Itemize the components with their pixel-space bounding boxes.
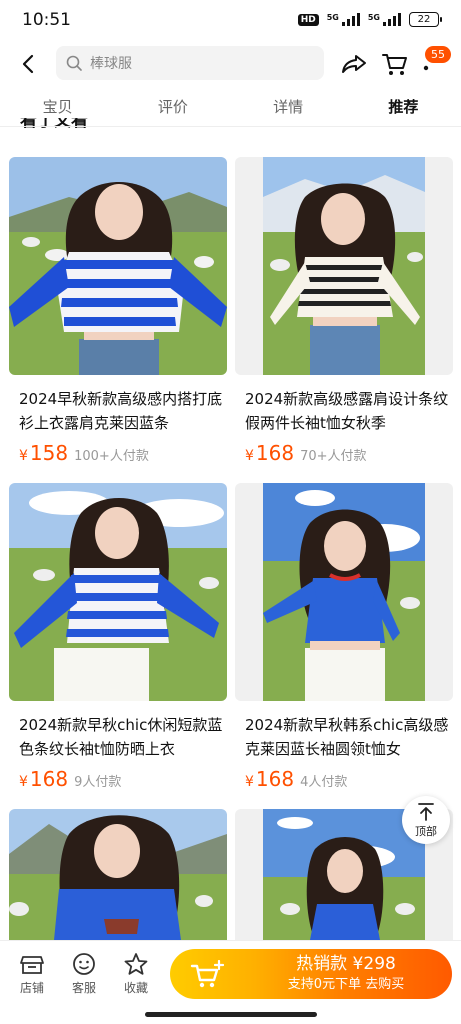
currency-symbol: ¥ bbox=[19, 448, 28, 464]
battery-icon: 22 bbox=[409, 12, 442, 27]
home-indicator bbox=[145, 1012, 317, 1017]
product-image-3 bbox=[9, 483, 227, 701]
buy-price-line: 热销款 ¥298 bbox=[296, 954, 396, 974]
tabs-divider bbox=[0, 126, 461, 127]
favorite-label: 收藏 bbox=[123, 981, 148, 995]
currency-symbol: ¥ bbox=[19, 774, 28, 790]
product-card-2[interactable]: 2024新款高级感露肩设计条纹假两件长袖t恤女秋季 ¥ 168 70+人付款 bbox=[235, 157, 453, 465]
status-bar: 10:51 HD 5G 5G 22 bbox=[0, 0, 461, 40]
currency-symbol: ¥ bbox=[245, 448, 254, 464]
tab-details[interactable]: 详情 bbox=[231, 88, 346, 126]
star-icon bbox=[124, 953, 148, 975]
buy-text: 热销款 ¥298 支持0元下单 去购买 bbox=[246, 953, 446, 995]
shop-button[interactable]: 店铺 bbox=[12, 951, 52, 996]
price-row-2: ¥ 168 70+人付款 bbox=[235, 441, 453, 465]
cart-icon bbox=[382, 54, 407, 75]
product-card-5[interactable] bbox=[9, 809, 227, 940]
sold-count-2: 70+人付款 bbox=[300, 449, 367, 464]
product-card-1[interactable]: 2024早秋新款高级感内搭打底衫上衣露肩克莱因蓝条 ¥ 158 100+人付款 bbox=[9, 157, 227, 465]
product-price-4: 168 bbox=[255, 767, 295, 791]
product-title-1: 2024早秋新款高级感内搭打底衫上衣露肩克莱因蓝条 bbox=[19, 390, 223, 432]
back-arrow-icon bbox=[22, 54, 34, 74]
shop-icon bbox=[20, 956, 44, 974]
section-title: 看了又看 bbox=[20, 118, 88, 130]
price-row-3: ¥ 168 9人付款 bbox=[9, 767, 227, 791]
product-title-3: 2024新款早秋chic休闲短款蓝色条纹长袖t恤防晒上衣 bbox=[19, 716, 223, 758]
back-button[interactable] bbox=[14, 50, 42, 78]
share-button[interactable] bbox=[340, 50, 368, 78]
signal-icon-2: 5G bbox=[368, 13, 401, 26]
back-to-top-button[interactable]: 顶部 bbox=[402, 796, 450, 844]
sold-count-1: 100+人付款 bbox=[74, 449, 149, 464]
price-row-4: ¥ 168 4人付款 bbox=[235, 767, 453, 791]
status-time: 10:51 bbox=[22, 10, 71, 30]
cart-plus-icon bbox=[190, 960, 224, 988]
back-to-top-label: 顶部 bbox=[415, 824, 437, 838]
signal-icon-1: 5G bbox=[327, 13, 360, 26]
search-input[interactable]: 棒球服 bbox=[56, 46, 324, 80]
shop-label: 店铺 bbox=[19, 981, 44, 995]
favorite-button[interactable]: 收藏 bbox=[116, 951, 156, 996]
product-card-3[interactable]: 2024新款早秋chic休闲短款蓝色条纹长袖t恤防晒上衣 ¥ 168 9人付款 bbox=[9, 483, 227, 791]
product-card-4[interactable]: 2024新款早秋韩系chic高级感克莱因蓝长袖圆领t恤女 ¥ 168 4人付款 bbox=[235, 483, 453, 791]
product-price-1: 158 bbox=[29, 441, 69, 465]
tab-recommend[interactable]: 推荐 bbox=[346, 88, 461, 126]
status-icons: HD 5G 5G 22 bbox=[297, 12, 442, 27]
buy-subline: 支持0元下单 去购买 bbox=[287, 977, 405, 992]
customer-service-button[interactable]: 客服 bbox=[64, 951, 104, 996]
product-title-4: 2024新款早秋韩系chic高级感克莱因蓝长袖圆领t恤女 bbox=[245, 716, 449, 758]
product-title-2: 2024新款高级感露肩设计条纹假两件长袖t恤女秋季 bbox=[245, 390, 449, 432]
tab-reviews[interactable]: 评价 bbox=[115, 88, 230, 126]
currency-symbol: ¥ bbox=[245, 774, 254, 790]
search-placeholder: 棒球服 bbox=[90, 56, 132, 72]
message-count-badge: 55 bbox=[425, 46, 451, 63]
product-price-3: 168 bbox=[29, 767, 69, 791]
buy-now-button[interactable]: 热销款 ¥298 支持0元下单 去购买 bbox=[170, 949, 452, 999]
arrow-up-icon bbox=[418, 802, 434, 821]
search-icon bbox=[66, 55, 82, 71]
sold-count-4: 4人付款 bbox=[300, 775, 348, 790]
product-price-2: 168 bbox=[255, 441, 295, 465]
top-nav: 棒球服 55 bbox=[0, 42, 461, 84]
service-face-icon bbox=[73, 953, 95, 975]
cart-button[interactable] bbox=[381, 50, 409, 78]
share-icon bbox=[342, 55, 366, 73]
product-image-5 bbox=[9, 809, 227, 940]
hd-badge: HD bbox=[297, 13, 319, 26]
product-image-1 bbox=[9, 157, 227, 375]
price-row-1: ¥ 158 100+人付款 bbox=[9, 441, 227, 465]
product-image-4 bbox=[235, 483, 453, 701]
service-label: 客服 bbox=[71, 981, 96, 995]
sold-count-3: 9人付款 bbox=[74, 775, 122, 790]
product-image-2 bbox=[235, 157, 453, 375]
